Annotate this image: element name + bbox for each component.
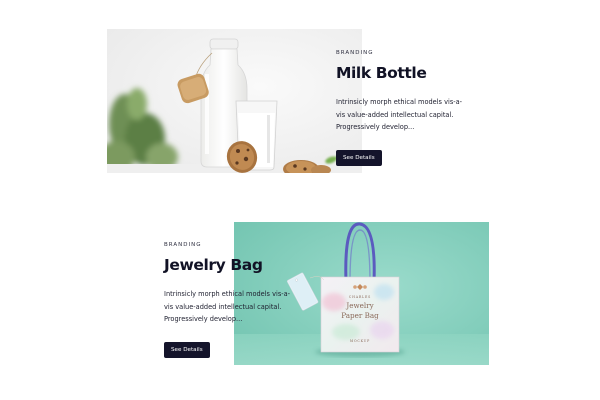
project-category: BRANDING (164, 242, 202, 248)
description-line: Progressively develop... (336, 123, 415, 132)
project-card-jewelry-bag: BRANDING Jewelry Bag Intrinsicly morph e… (164, 242, 314, 358)
description-line: vis value-added intellectual capital. (164, 302, 282, 311)
milk-bottle-image (107, 29, 362, 173)
bag-footer-text: MOCKUP (350, 339, 370, 343)
description-line: Intrinsicly morph ethical models vis-a- (164, 290, 291, 298)
see-details-button[interactable]: See Details (336, 149, 382, 166)
project-description: Intrinsicly morph ethical models vis-a- … (164, 288, 314, 326)
project-description: Intrinsicly morph ethical models vis-a- … (336, 96, 486, 134)
project-category: BRANDING (336, 50, 374, 56)
project-card-milk-bottle: BRANDING Milk Bottle Intrinsicly morph e… (336, 50, 486, 166)
description-line: Progressively develop... (164, 315, 243, 324)
project-title: Jewelry Bag (164, 256, 263, 274)
see-details-button[interactable]: See Details (164, 341, 210, 358)
project-title: Milk Bottle (336, 64, 427, 82)
description-line: vis value-added intellectual capital. (336, 110, 454, 119)
bag-line2-text: Paper Bag (341, 311, 379, 320)
bag-line1-text: Jewelry (345, 301, 374, 310)
description-line: Intrinsicly morph ethical models vis-a- (336, 98, 463, 106)
bag-brand-text: CHARLES (349, 295, 371, 299)
